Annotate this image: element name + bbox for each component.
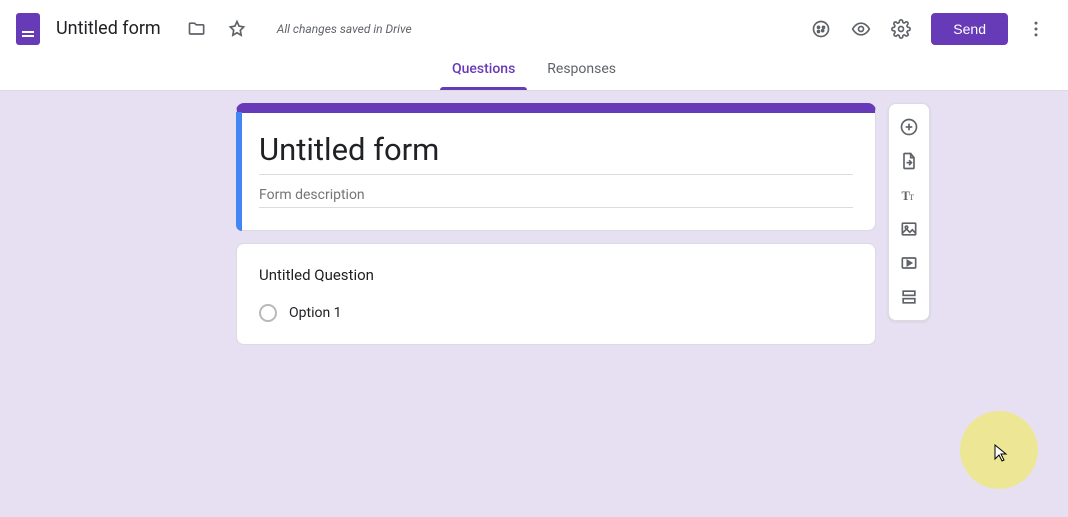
save-status: All changes saved in Drive [277, 22, 412, 36]
svg-text:T: T [909, 193, 914, 202]
app-header: Untitled form All changes saved in Drive… [0, 0, 1068, 57]
cursor-icon [994, 444, 1008, 466]
send-button[interactable]: Send [931, 13, 1008, 45]
form-header-card[interactable] [236, 103, 876, 231]
preview-icon[interactable] [841, 9, 881, 49]
option-row[interactable]: Option 1 [259, 304, 853, 322]
tab-questions[interactable]: Questions [440, 57, 527, 90]
form-title-input[interactable] [259, 131, 853, 175]
customize-theme-icon[interactable] [801, 9, 841, 49]
question-card[interactable]: Untitled Question Option 1 [236, 243, 876, 345]
question-title[interactable]: Untitled Question [259, 266, 853, 284]
add-video-button[interactable] [892, 246, 926, 280]
forms-logo-icon[interactable] [16, 13, 40, 45]
import-questions-button[interactable] [892, 144, 926, 178]
add-image-button[interactable] [892, 212, 926, 246]
add-section-button[interactable] [892, 280, 926, 314]
more-options-icon[interactable] [1016, 9, 1056, 49]
add-question-button[interactable] [892, 110, 926, 144]
form-canvas: Untitled Question Option 1 TT [0, 91, 1068, 517]
form-name[interactable]: Untitled form [56, 18, 161, 39]
add-title-button[interactable]: TT [892, 178, 926, 212]
form-description-input[interactable] [259, 183, 853, 208]
side-toolbar: TT [888, 103, 930, 321]
tab-bar: Questions Responses [0, 57, 1068, 91]
move-folder-icon[interactable] [177, 9, 217, 49]
star-icon[interactable] [217, 9, 257, 49]
radio-icon [259, 304, 277, 322]
settings-gear-icon[interactable] [881, 9, 921, 49]
option-label[interactable]: Option 1 [289, 305, 342, 321]
tab-responses[interactable]: Responses [535, 57, 628, 90]
